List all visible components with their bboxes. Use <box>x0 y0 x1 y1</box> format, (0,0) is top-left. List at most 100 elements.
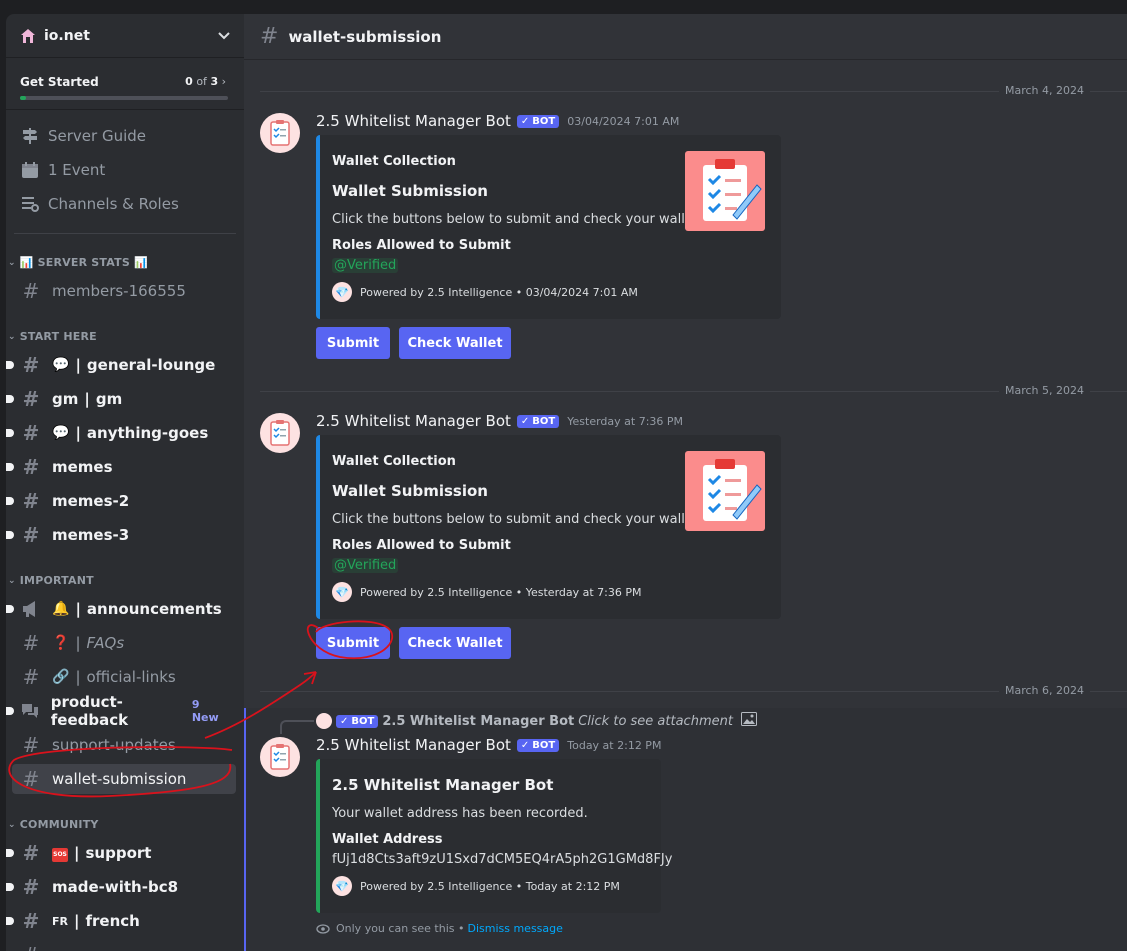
message-author[interactable]: 2.5 Whitelist Manager Bot <box>316 112 511 130</box>
megaphone-icon <box>20 600 42 618</box>
category-server-stats[interactable]: ⌄ 📊 SERVER STATS 📊 <box>8 256 148 269</box>
bot-badge: ✓ BOT <box>516 738 560 752</box>
embed-provider: Wallet Collection <box>332 454 456 469</box>
get-started-progress <box>20 96 228 100</box>
embed-description: Click the buttons below to submit and ch… <box>332 512 703 527</box>
channel-official-links[interactable]: # 🔗 | official-links <box>12 662 236 692</box>
check-wallet-button[interactable]: Check Wallet <box>399 327 511 359</box>
embed-description: Click the buttons below to submit and ch… <box>332 212 703 227</box>
unread-indicator <box>6 429 14 437</box>
channel-support[interactable]: # SOS | support <box>6 838 236 868</box>
reply-text: Click to see attachment <box>578 713 733 729</box>
channel-general-lounge[interactable]: # 💬 | general-lounge <box>6 350 236 380</box>
avatar[interactable] <box>260 737 300 777</box>
message-timestamp[interactable]: Yesterday at 7:36 PM <box>567 415 683 428</box>
channel-french[interactable]: # FR | french <box>6 906 236 936</box>
category-start-here[interactable]: ⌄ START HERE <box>8 330 97 343</box>
voice-locked-hash-icon: # <box>22 279 40 303</box>
image-icon <box>740 712 757 730</box>
ephemeral-notice: Only you can see this • Dismiss message <box>316 922 563 935</box>
message-timestamp[interactable]: 03/04/2024 7:01 AM <box>567 115 679 128</box>
channel-wallet-submission[interactable]: # wallet-submission <box>12 764 236 794</box>
role-mention[interactable]: @Verified <box>332 258 399 273</box>
eye-icon <box>316 923 330 934</box>
check-icon: ✓ <box>520 415 530 427</box>
channel-partial[interactable]: # <box>12 940 236 951</box>
locked-hash-icon: # <box>22 733 40 757</box>
get-started-panel[interactable]: Get Started 0 of 3 › <box>6 58 244 110</box>
dismiss-message-link[interactable]: Dismiss message <box>467 922 562 935</box>
bot-badge: ✓ BOT <box>336 714 379 728</box>
nav-label: 1 Event <box>48 161 106 179</box>
wallet-address-value: fUj1d8Cts3aft9zU1Sxd7dCM5EQ4rA5ph2G1GMd8… <box>332 852 673 867</box>
get-started-title: Get Started <box>20 75 99 89</box>
embed-description: Your wallet address has been recorded. <box>332 806 588 821</box>
server-header[interactable]: io.net <box>6 14 244 58</box>
link-icon: 🔗 <box>52 669 70 685</box>
embed-title: Wallet Submission <box>332 482 488 500</box>
get-started-count: 0 of 3 › <box>185 75 226 88</box>
check-icon: ✓ <box>520 115 530 127</box>
unread-indicator <box>6 605 14 613</box>
channel-made-with-bc8[interactable]: # made-with-bc8 <box>6 872 236 902</box>
avatar[interactable] <box>260 113 300 153</box>
channel-anything-goes[interactable]: # 💬 | anything-goes <box>6 418 236 448</box>
flag-fr-icon: FR <box>52 914 68 928</box>
home-icon <box>20 28 36 44</box>
channel-memes[interactable]: # memes <box>6 452 236 482</box>
channel-members[interactable]: # members-166555 <box>12 276 236 306</box>
nav-channels-roles[interactable]: Channels & Roles <box>16 189 236 219</box>
channel-gm[interactable]: # gm | gm <box>6 384 236 414</box>
message-author[interactable]: 2.5 Whitelist Manager Bot <box>316 736 511 754</box>
chat-main: # wallet-submission March 4, 2024 March … <box>244 14 1127 951</box>
diamond-icon: 💎 <box>332 876 352 896</box>
submit-button[interactable]: Submit <box>316 627 390 659</box>
speech-bubble-icon: 💬 <box>52 425 70 441</box>
submit-button[interactable]: Submit <box>316 327 390 359</box>
diamond-icon: 💎 <box>332 582 352 602</box>
hash-icon: # <box>22 455 40 479</box>
channel-announcements[interactable]: 🔔 | announcements <box>6 594 236 624</box>
avatar[interactable] <box>260 413 300 453</box>
new-posts-badge: 9 New <box>191 698 219 724</box>
unread-indicator <box>6 395 14 403</box>
message-header: 2.5 Whitelist Manager Bot ✓ BOT Yesterday… <box>316 412 683 430</box>
hash-icon: # <box>22 489 40 513</box>
bot-badge: ✓ BOT <box>516 114 560 128</box>
hash-icon: # <box>22 523 40 547</box>
sidebar-divider <box>14 233 236 234</box>
channel-support-updates[interactable]: # support-updates <box>12 730 236 760</box>
channel-memes-3[interactable]: # memes-3 <box>6 520 236 550</box>
date-divider: March 4, 2024 <box>260 84 1127 97</box>
channel-faqs[interactable]: # ❓ | FAQs <box>12 628 236 658</box>
unread-indicator <box>6 497 14 505</box>
category-community[interactable]: ⌄ COMMUNITY <box>8 818 99 831</box>
locked-hash-icon: # <box>22 665 40 689</box>
embed: Wallet Collection Wallet Submission Clic… <box>316 135 781 319</box>
list-icon <box>20 195 40 213</box>
locked-hash-icon: # <box>260 24 279 49</box>
nav-label: Server Guide <box>48 127 147 145</box>
unread-indicator <box>6 463 14 471</box>
check-icon: ✓ <box>520 739 530 751</box>
channel-memes-2[interactable]: # memes-2 <box>6 486 236 516</box>
question-mark-icon: ❓ <box>52 635 70 651</box>
ephemeral-highlight-bar <box>244 708 246 951</box>
channel-product-feedback[interactable]: product-feedback 9 New <box>6 693 236 729</box>
nav-events[interactable]: 1 Event <box>16 155 236 185</box>
signpost-icon <box>20 127 40 145</box>
category-important[interactable]: ⌄ IMPORTANT <box>8 574 94 587</box>
hash-icon: # <box>22 875 40 899</box>
check-wallet-button[interactable]: Check Wallet <box>399 627 511 659</box>
nav-server-guide[interactable]: Server Guide <box>16 121 236 151</box>
message-timestamp[interactable]: Today at 2:12 PM <box>567 739 661 752</box>
embed-provider: Wallet Collection <box>332 154 456 169</box>
role-mention[interactable]: @Verified <box>332 558 399 573</box>
unread-indicator <box>6 531 14 539</box>
clipboard-thumbnail[interactable] <box>685 451 765 531</box>
message-author[interactable]: 2.5 Whitelist Manager Bot <box>316 412 511 430</box>
calendar-icon <box>20 161 40 179</box>
chevron-down-icon[interactable] <box>218 29 230 43</box>
clipboard-thumbnail[interactable] <box>685 151 765 231</box>
reply-reference[interactable]: ✓ BOT 2.5 Whitelist Manager Bot Click to … <box>316 712 757 730</box>
